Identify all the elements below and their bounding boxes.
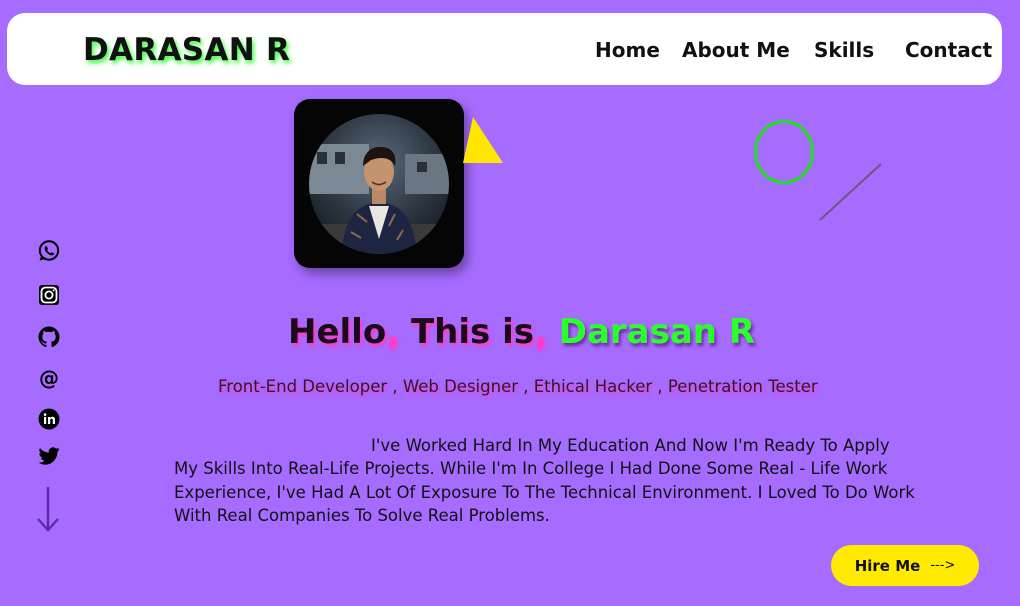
about-line: I've Worked Hard In My Education And Now… <box>371 436 890 455</box>
about-paragraph: I've Worked Hard In My Education And Now… <box>174 434 915 527</box>
hero-heading: Hello, This is, Darasan R <box>288 312 755 352</box>
hero-this-is: This is <box>399 312 534 352</box>
hero-name: Darasan R <box>546 312 756 352</box>
site-logo[interactable]: DARASAN R <box>83 32 290 68</box>
nav-home-link[interactable]: Home <box>595 38 660 62</box>
nav-about-link[interactable]: About Me <box>682 38 790 62</box>
github-icon[interactable] <box>36 324 62 350</box>
about-line: With Real Companies To Solve Real Proble… <box>174 505 550 525</box>
profile-photo <box>309 114 449 254</box>
hero-comma: , <box>533 312 547 352</box>
about-line: My Skills Into Real-Life Projects. While… <box>174 459 888 479</box>
navbar: DARASAN R Home About Me Skills Contact <box>7 13 1002 85</box>
page: DARASAN R Home About Me Skills Contact @ <box>0 0 1020 606</box>
email-icon[interactable]: @ <box>36 366 62 392</box>
hero-comma: , <box>386 312 400 352</box>
diagonal-line-decoration <box>819 163 882 221</box>
scroll-down-arrow-icon[interactable] <box>36 485 60 533</box>
green-circle-decoration <box>754 120 814 184</box>
hire-me-label: Hire Me <box>854 556 921 575</box>
roles-subtitle: Front-End Developer , Web Designer , Eth… <box>218 377 818 396</box>
whatsapp-icon[interactable] <box>36 238 62 264</box>
hire-me-arrow: ---> <box>930 558 956 573</box>
hire-me-button[interactable]: Hire Me ---> <box>831 545 979 586</box>
hero-greeting: Hello <box>288 312 387 352</box>
instagram-icon[interactable] <box>36 282 62 308</box>
svg-text:@: @ <box>39 367 59 390</box>
profile-card <box>294 99 464 268</box>
twitter-icon[interactable] <box>36 443 62 469</box>
linkedin-icon[interactable] <box>36 406 62 432</box>
nav-skills-link[interactable]: Skills <box>814 38 874 62</box>
about-line: Experience, I've Had A Lot Of Exposure T… <box>174 482 915 502</box>
nav-contact-link[interactable]: Contact <box>905 38 992 62</box>
yellow-triangle-decoration <box>463 117 503 163</box>
